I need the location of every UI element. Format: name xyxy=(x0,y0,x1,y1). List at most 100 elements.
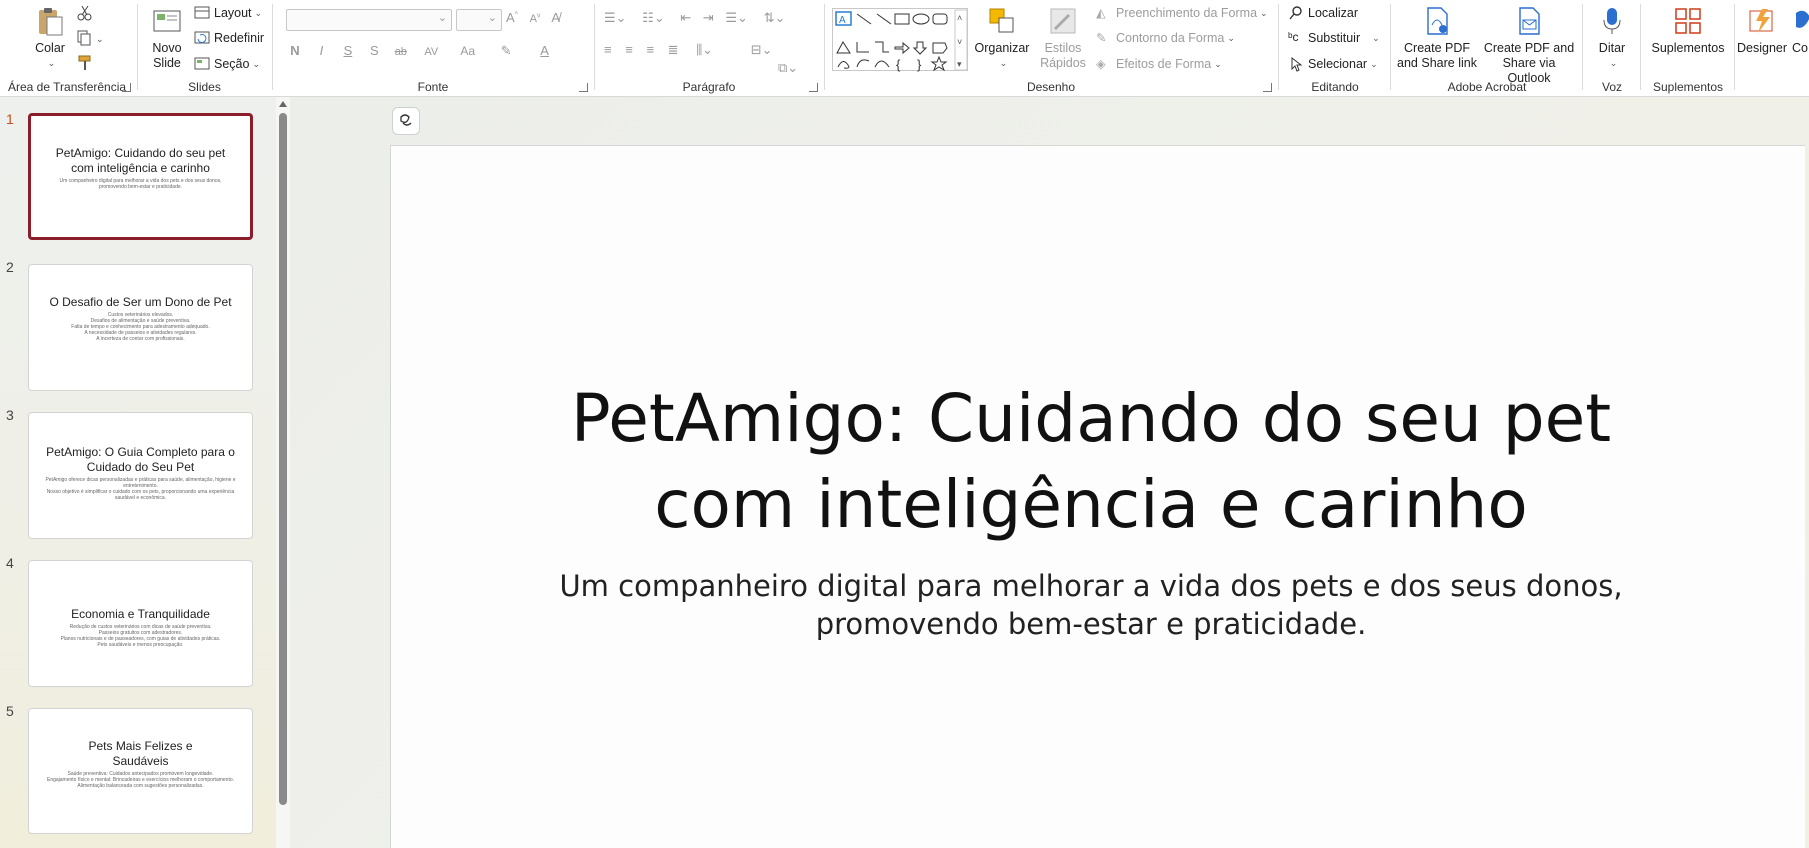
shape-fill-button[interactable]: ◭ Preenchimento da Forma ⌄ xyxy=(1096,2,1268,24)
smartart-icon[interactable]: ⧉⌄ xyxy=(778,60,798,76)
select-button[interactable]: Selecionar ⌄ xyxy=(1288,53,1378,75)
designer-button[interactable]: Designer xyxy=(1736,5,1788,56)
increase-indent-icon[interactable]: ⇥ xyxy=(703,10,714,25)
text-direction-icon[interactable]: ⇅⌄ xyxy=(764,10,786,25)
decrease-font-icon[interactable]: Av xyxy=(530,12,541,25)
new-slide-button[interactable]: Novo Slide xyxy=(145,5,189,71)
clear-format-icon[interactable]: A̸ xyxy=(551,10,560,25)
create-pdf-share-link-label: Create PDF and Share link xyxy=(1397,41,1477,70)
clipboard-launcher-icon[interactable] xyxy=(122,83,131,92)
align-right-icon[interactable]: ≡ xyxy=(646,42,654,57)
slide-thumbnail-2[interactable]: O Desafio de Ser um Dono de Pet Custos v… xyxy=(28,264,253,391)
create-pdf-share-outlook-button[interactable]: Create PDF and Share via Outlook xyxy=(1480,5,1578,86)
svg-text:{: { xyxy=(896,57,901,72)
addins-grid-icon xyxy=(1672,5,1704,37)
copilot-ribbon-button[interactable]: Co xyxy=(1792,5,1809,56)
font-color-icon[interactable]: A xyxy=(528,43,562,58)
italic-button[interactable]: I xyxy=(310,43,332,58)
font-group: A^ Av A̸ N I S S ab AV Aa ✎ A Fonte xyxy=(274,0,592,97)
shape-fill-label: Preenchimento da Forma xyxy=(1116,6,1258,20)
voice-group-label: Voz xyxy=(1601,80,1622,94)
layout-icon xyxy=(194,5,210,21)
format-painter-icon[interactable] xyxy=(76,54,94,72)
replace-caret-icon: ⌄ xyxy=(1372,32,1380,43)
slide-title[interactable]: PetAmigo: Cuidando do seu pet com inteli… xyxy=(541,376,1641,548)
reset-button[interactable]: Redefinir xyxy=(194,27,264,49)
numbering-icon[interactable]: ☷⌄ xyxy=(642,10,665,25)
scroll-up-icon[interactable] xyxy=(279,101,287,107)
align-text-icon[interactable]: ⊟⌄ xyxy=(751,42,773,57)
decrease-indent-icon[interactable]: ⇤ xyxy=(680,10,691,25)
select-label: Selecionar xyxy=(1308,57,1368,71)
current-slide[interactable]: PetAmigo: Cuidando do seu pet com inteli… xyxy=(390,145,1805,848)
editing-group: Localizar ᵇc Substituir ⌄ Selecionar ⌄ Edi… xyxy=(1280,0,1390,97)
create-pdf-share-link-button[interactable]: Create PDF and Share link xyxy=(1396,5,1478,71)
pdf-outlook-icon xyxy=(1513,5,1545,37)
dictate-button[interactable]: Ditar ⌄ xyxy=(1590,5,1634,71)
addins-group: Suplementos Suplementos xyxy=(1642,0,1734,97)
paste-caret-icon[interactable]: ⌄ xyxy=(48,56,56,71)
thumbnail-body: Nosso objetivo é simplificar o cuidado c… xyxy=(46,489,235,501)
slide-thumbnail-3[interactable]: PetAmigo: O Guia Completo para o Cuidado… xyxy=(28,412,253,539)
bullets-icon[interactable]: ☰⌄ xyxy=(604,10,627,25)
shape-effects-button[interactable]: ◈ Efeitos de Forma ⌄ xyxy=(1096,53,1222,75)
addins-button[interactable]: Suplementos xyxy=(1646,5,1730,56)
section-label: Seção xyxy=(214,57,250,71)
thumbnail-body: PetAmigo oferece dicas personalizadas e … xyxy=(45,477,236,489)
thumbnails-scrollbar[interactable] xyxy=(276,97,290,848)
section-button[interactable]: Seção ⌄ xyxy=(194,53,260,75)
quick-styles-button[interactable]: Estilos Rápidos xyxy=(1032,5,1094,71)
thumbnail-title: Economia e Tranquilidade xyxy=(71,607,210,621)
slide-thumbnail-4[interactable]: Economia e Tranquilidade Redução de cust… xyxy=(28,560,253,687)
replace-icon: ᵇc xyxy=(1288,30,1299,44)
shape-effects-caret-icon: ⌄ xyxy=(1214,58,1222,69)
font-name-combo[interactable] xyxy=(286,9,452,31)
highlight-icon[interactable]: ✎ xyxy=(489,43,523,59)
font-launcher-icon[interactable] xyxy=(579,83,588,92)
shapes-gallery[interactable]: A { } ˄ ˅ ▾ xyxy=(832,8,968,72)
copilot-floating-button[interactable] xyxy=(392,107,420,135)
change-case-button[interactable]: Aa xyxy=(451,44,485,58)
bold-button[interactable]: N xyxy=(284,43,306,58)
paragraph-group-label: Parágrafo xyxy=(682,80,736,94)
slide-editing-area: PetAmigo: Cuidando do seu pet com inteli… xyxy=(290,97,1809,848)
find-button[interactable]: Localizar xyxy=(1288,2,1358,24)
editing-group-label: Editando xyxy=(1311,80,1359,94)
cut-icon[interactable] xyxy=(76,4,94,22)
svg-text:▾: ▾ xyxy=(957,59,962,69)
paste-button[interactable]: Colar ⌄ xyxy=(28,5,72,71)
shadow-button[interactable]: S xyxy=(363,43,385,58)
paragraph-launcher-icon[interactable] xyxy=(809,83,818,92)
arrange-button[interactable]: Organizar ⌄ xyxy=(972,5,1032,71)
thumbnail-body: Pets saudáveis e menos preocupação. xyxy=(97,642,184,648)
justify-icon[interactable]: ≣ xyxy=(668,42,679,57)
line-spacing-icon[interactable]: ☰⌄ xyxy=(725,10,748,25)
align-center-icon[interactable]: ≡ xyxy=(625,42,633,57)
acrobat-group-label: Adobe Acrobat xyxy=(1447,80,1527,94)
shape-outline-caret-icon: ⌄ xyxy=(1227,32,1235,43)
strikethrough-button[interactable]: ab xyxy=(390,46,412,58)
drawing-launcher-icon[interactable] xyxy=(1263,83,1272,92)
copilot-label: Co xyxy=(1792,41,1808,55)
arrange-icon xyxy=(986,5,1018,37)
layout-button[interactable]: Layout ⌄ xyxy=(194,2,262,24)
underline-button[interactable]: S xyxy=(337,43,359,58)
replace-button[interactable]: ᵇc Substituir ⌄ xyxy=(1288,27,1380,49)
cursor-arrow-icon xyxy=(1288,56,1304,72)
increase-font-icon[interactable]: A^ xyxy=(506,10,518,25)
align-left-icon[interactable]: ≡ xyxy=(604,42,612,57)
select-caret-icon: ⌄ xyxy=(1370,58,1378,69)
copy-icon[interactable]: ⌄ xyxy=(76,29,106,47)
font-size-combo[interactable] xyxy=(456,9,502,31)
arrange-caret-icon: ⌄ xyxy=(999,58,1008,68)
drawing-group-label: Desenho xyxy=(1026,80,1076,94)
slide-thumbnail-5[interactable]: Pets Mais Felizes e Saudáveis Saúde prev… xyxy=(28,708,253,834)
thumbnail-title: PetAmigo: O Guia Completo para o Cuidado… xyxy=(46,445,235,474)
scrollbar-thumb[interactable] xyxy=(279,113,287,805)
columns-icon[interactable]: ⫼⌄ xyxy=(696,42,713,57)
char-spacing-button[interactable]: AV xyxy=(416,46,446,58)
slide-thumbnail-1[interactable]: PetAmigo: Cuidando do seu pet com inteli… xyxy=(28,113,253,240)
layout-caret-icon: ⌄ xyxy=(254,7,263,18)
slide-subtitle[interactable]: Um companheiro digital para melhorar a v… xyxy=(541,567,1641,643)
shape-outline-button[interactable]: ✎ Contorno da Forma ⌄ xyxy=(1096,27,1235,49)
